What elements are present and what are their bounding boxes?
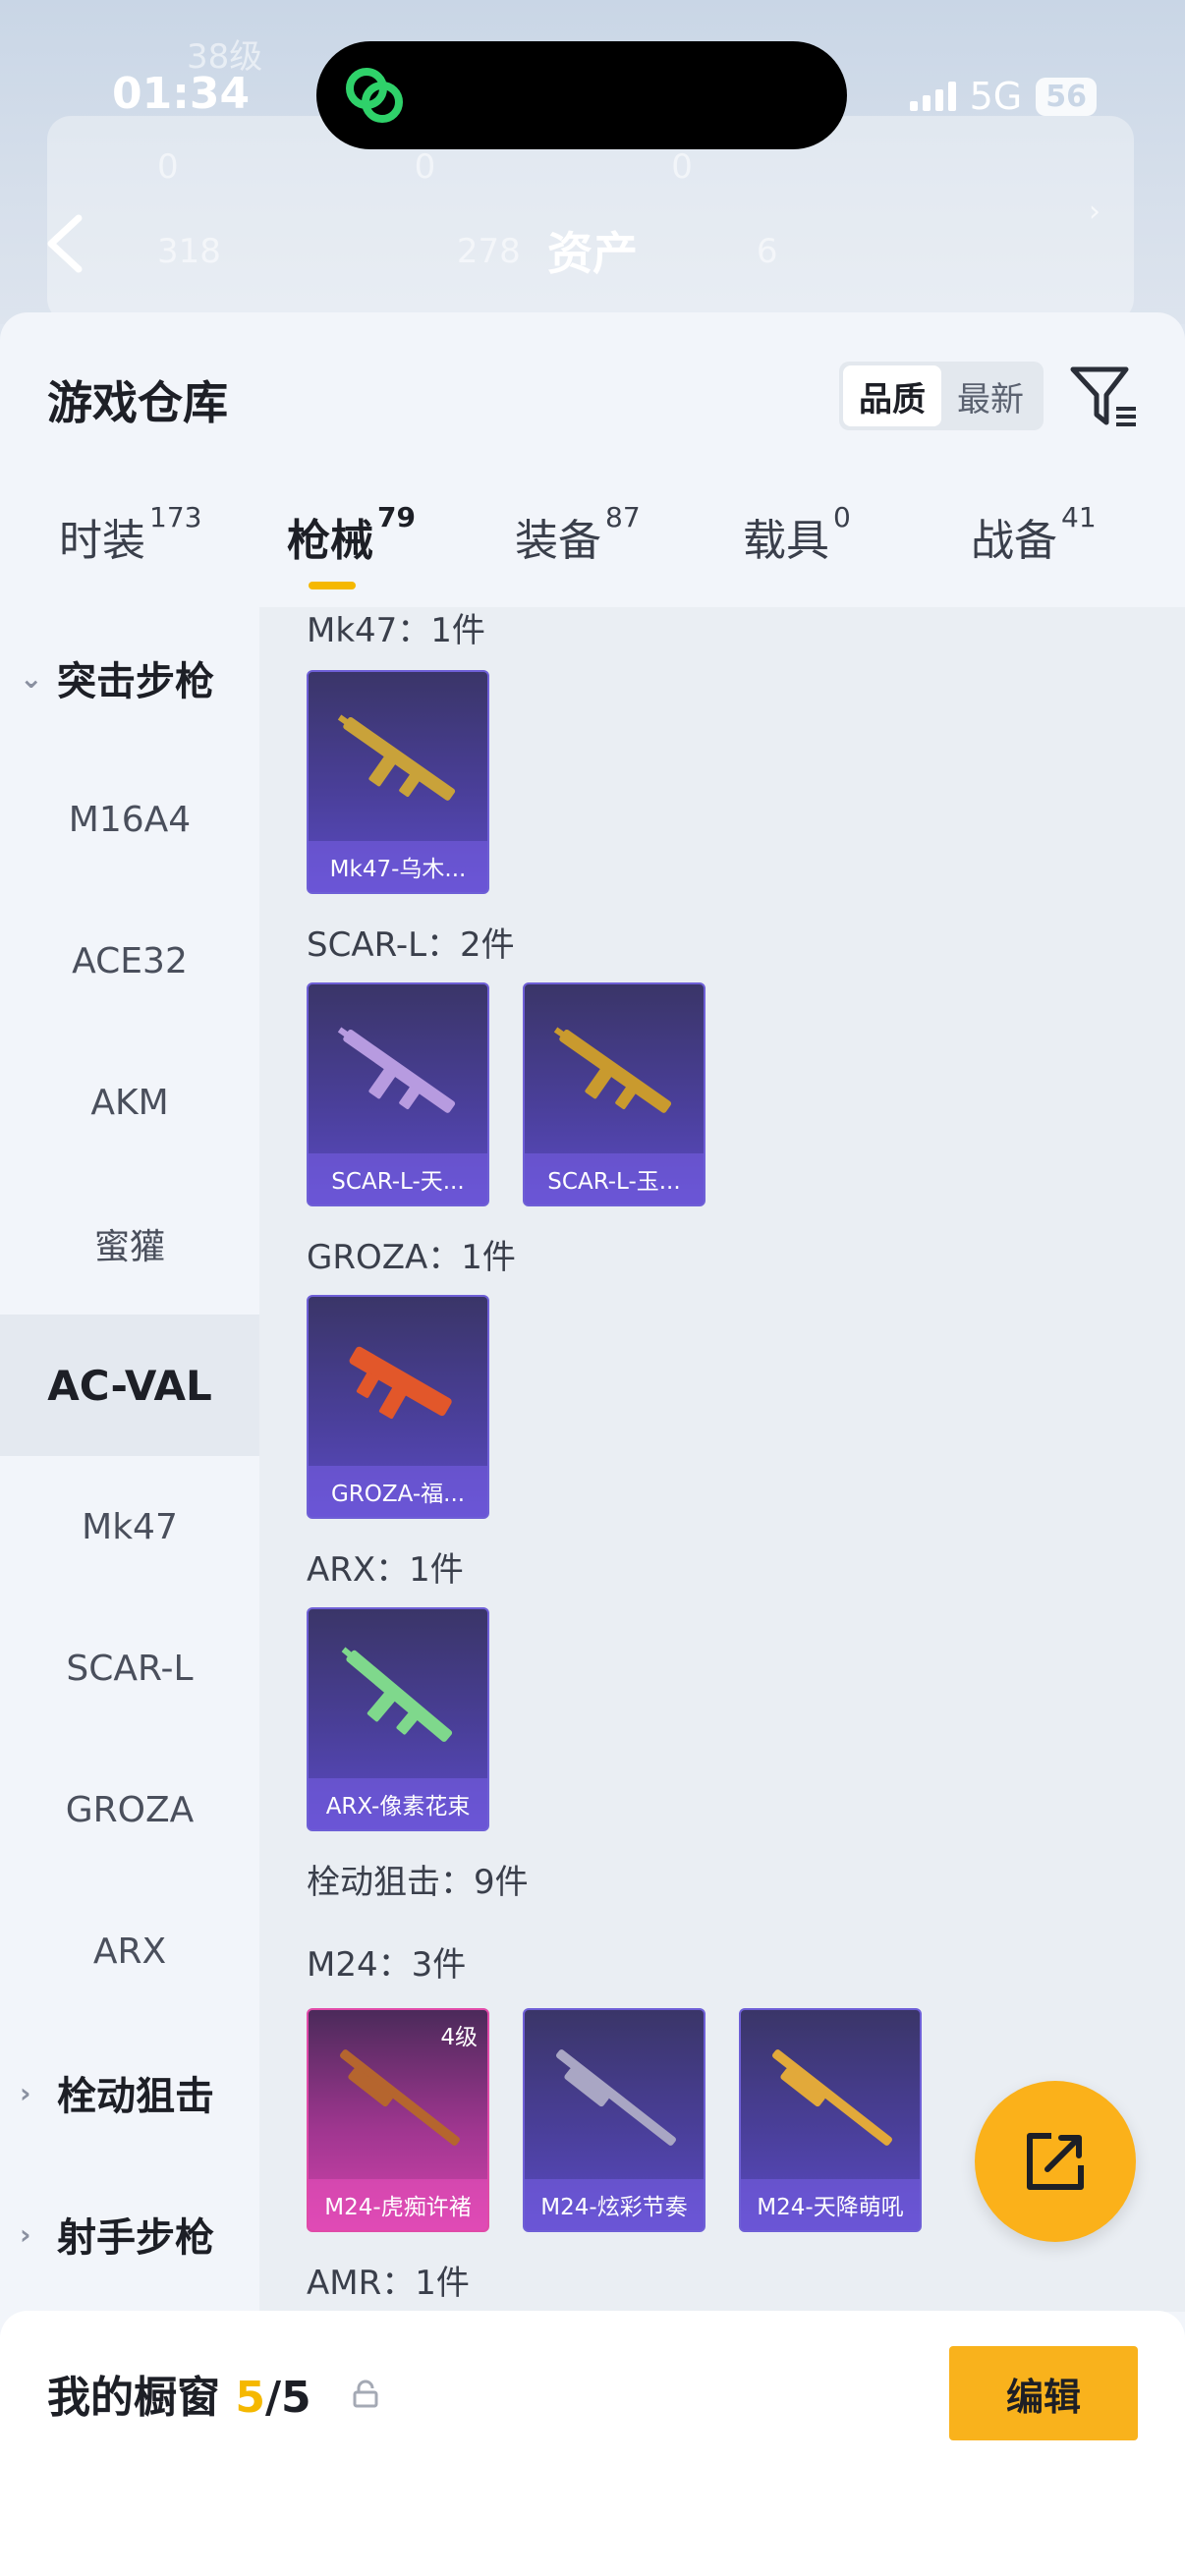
rifle-icon [349, 1346, 452, 1420]
share-external-icon [1027, 2133, 1084, 2190]
chevron-right-icon: › [20, 2217, 31, 2251]
sidebar-item-m16a4[interactable]: M16A4 [0, 749, 259, 890]
showcase-count: 5 [235, 2373, 265, 2423]
section-label-arx: ARX：1件 [307, 1550, 464, 1590]
chevron-right-icon: › [20, 2076, 31, 2109]
sort-toggle: 品质 最新 [839, 362, 1044, 430]
skin-name: SCAR-L-天... [309, 1153, 487, 1204]
skin-name: M24-虎痴许褚 [309, 2179, 487, 2230]
tab-fashion[interactable]: 时装 173 [59, 501, 201, 568]
chevron-right-icon: › [1089, 195, 1100, 229]
app-link-icon [346, 68, 403, 123]
sniper-rifle-icon [556, 2049, 676, 2146]
category-tabs: 时装 173 枪械 79 装备 87 载具 0 战备 41 [0, 501, 1185, 607]
share-button[interactable] [975, 2081, 1136, 2242]
sidebar-item-scar-l[interactable]: SCAR-L [0, 1597, 259, 1739]
skin-card[interactable]: M24-炫彩节奏 [523, 2008, 705, 2232]
weapon-category-sidebar: ⌄ 突击步枪 M16A4 ACE32 AKM 蜜獾 AC-VAL Mk47 SCA… [0, 607, 259, 2312]
sidebar-group-bolt-action[interactable]: › 栓动狙击 [0, 2022, 259, 2163]
battery-icon: 56 [1036, 77, 1097, 116]
rifle-icon [337, 714, 456, 801]
section-label-scar-l: SCAR-L：2件 [307, 925, 515, 965]
showcase-title: 我的橱窗 5/5 [47, 2373, 311, 2423]
filter-icon[interactable] [1069, 362, 1140, 432]
sidebar-item-honey-badger[interactable]: 蜜獾 [0, 1173, 259, 1315]
skin-name: ARX-像素花束 [309, 1778, 487, 1829]
weapon-skin-list: Mk47：1件 Mk47-乌木... SCAR-L：2件 SCAR-L-天...… [259, 607, 1185, 2312]
tab-vehicles[interactable]: 载具 0 [743, 501, 851, 568]
sniper-rifle-icon [340, 2049, 460, 2146]
sidebar-item-ace32[interactable]: ACE32 [0, 890, 259, 1032]
dynamic-island [316, 41, 847, 149]
chevron-down-icon: ⌄ [20, 661, 43, 695]
section-label-m24: M24：3件 [307, 1945, 467, 1985]
rifle-icon [341, 1647, 453, 1742]
blurred-stats-row1: 000 [157, 147, 693, 187]
sort-latest-button[interactable]: 最新 [941, 365, 1040, 426]
sidebar-item-mk47[interactable]: Mk47 [0, 1456, 259, 1597]
section-label-mk47: Mk47：1件 [307, 611, 485, 650]
sidebar-item-arx[interactable]: ARX [0, 1880, 259, 2022]
sidebar-group-marksman[interactable]: › 射手步枪 [0, 2163, 259, 2305]
skin-card[interactable]: Mk47-乌木... [307, 670, 489, 894]
rifle-icon [553, 1027, 672, 1113]
edit-button[interactable]: 编辑 [949, 2346, 1138, 2440]
sort-quality-button[interactable]: 品质 [843, 365, 941, 426]
skin-card[interactable]: SCAR-L-天... [307, 982, 489, 1206]
skin-name: M24-天降萌吼 [741, 2179, 920, 2230]
tab-equipment[interactable]: 装备 87 [515, 501, 641, 568]
skin-name: SCAR-L-玉... [525, 1153, 704, 1204]
status-indicators: 5G 56 [909, 75, 1097, 118]
skin-name: Mk47-乌木... [309, 841, 487, 892]
lock-icon [353, 2380, 378, 2408]
rifle-icon [337, 1027, 456, 1113]
warehouse-title: 游戏仓库 [47, 376, 228, 429]
sidebar-group-assault-rifles[interactable]: ⌄ 突击步枪 [0, 607, 259, 749]
skin-card[interactable]: GROZA-福... [307, 1295, 489, 1519]
skin-name: M24-炫彩节奏 [525, 2179, 704, 2230]
status-time: 01:34 [112, 69, 251, 119]
skin-card[interactable]: SCAR-L-玉... [523, 982, 705, 1206]
tab-active-indicator [309, 582, 356, 589]
skin-name: GROZA-福... [309, 1466, 487, 1517]
showcase-total: /5 [264, 2373, 311, 2423]
signal-icon [909, 82, 956, 111]
skin-card[interactable]: M24-天降萌吼 [739, 2008, 922, 2232]
tab-supplies[interactable]: 战备 41 [971, 501, 1097, 568]
section-label-bolt-action: 栓动狙击：9件 [307, 1863, 529, 1902]
sniper-rifle-icon [772, 2049, 892, 2146]
skin-card[interactable]: ARX-像素花束 [307, 1607, 489, 1831]
sidebar-item-ac-val[interactable]: AC-VAL [0, 1315, 259, 1456]
showcase-bar: 我的橱窗 5/5 编辑 [0, 2311, 1185, 2576]
tab-firearms[interactable]: 枪械 79 [287, 501, 416, 568]
section-label-amr: AMR：1件 [307, 2264, 470, 2303]
network-type: 5G [969, 75, 1023, 118]
page-title: 资产 [547, 227, 638, 280]
sidebar-item-akm[interactable]: AKM [0, 1032, 259, 1173]
skin-card[interactable]: 4级 M24-虎痴许褚 [307, 2008, 489, 2232]
section-label-groza: GROZA：1件 [307, 1238, 516, 1277]
sidebar-item-groza[interactable]: GROZA [0, 1739, 259, 1880]
